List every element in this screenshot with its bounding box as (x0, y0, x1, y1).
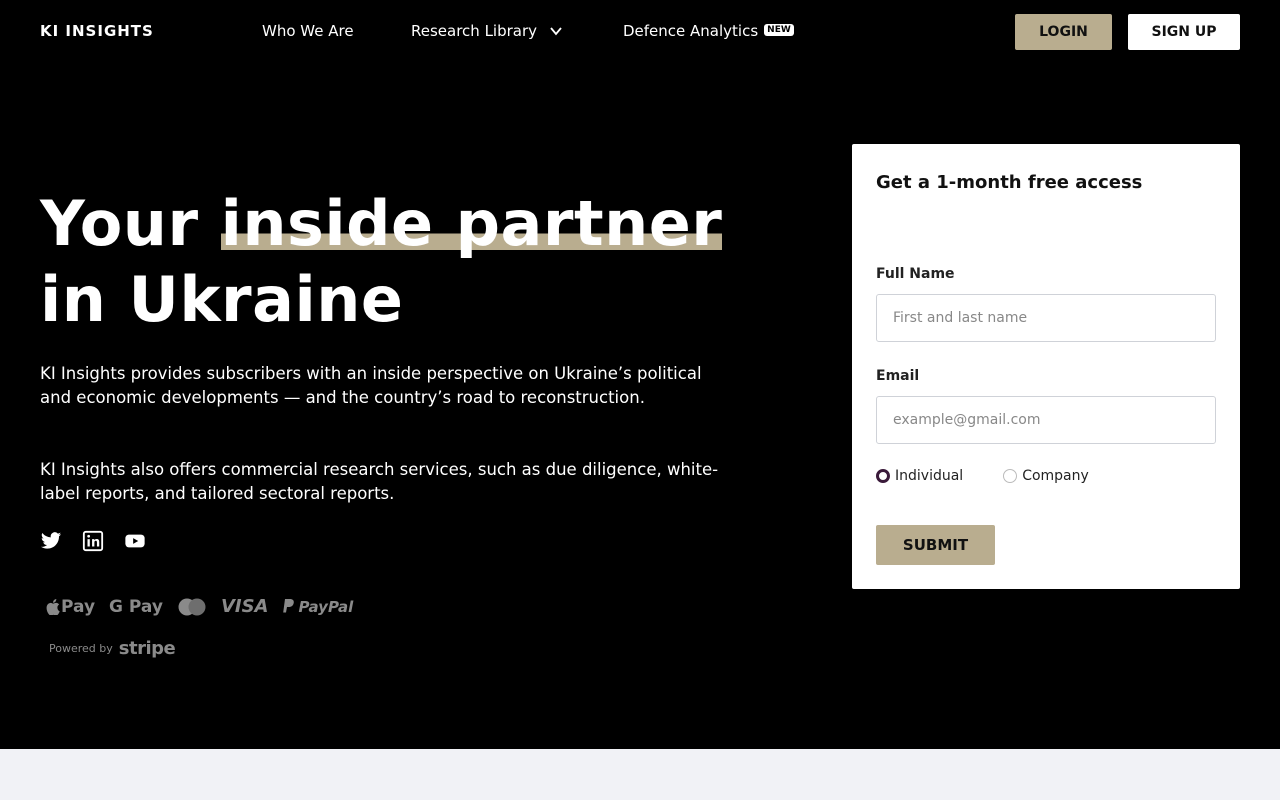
payment-methods: Pay G Pay VISA PayPal (46, 596, 353, 617)
hero-paragraph-1: KI Insights provides subscribers with an… (40, 364, 702, 407)
apple-pay-logo: Pay (46, 597, 95, 617)
nav-research-library[interactable]: Research Library (411, 22, 563, 40)
paypal-text: PayPal (298, 597, 354, 616)
radio-company-label: Company (1022, 468, 1089, 484)
visa-logo: VISA (220, 596, 269, 617)
hero-title-part2: in Ukraine (40, 263, 404, 336)
signup-button[interactable]: SIGN UP (1128, 14, 1240, 50)
apple-pay-text: Pay (61, 596, 96, 617)
nav-who-we-are-label: Who We Are (262, 22, 354, 40)
next-section-band (0, 749, 1280, 800)
email-input[interactable] (876, 396, 1216, 444)
hero-paragraph-2: KI Insights also offers commercial resea… (40, 460, 719, 503)
apple-icon (46, 598, 60, 615)
radio-company-circle[interactable] (1003, 469, 1018, 483)
radio-individual-circle[interactable] (876, 469, 890, 483)
login-button[interactable]: LOGIN (1015, 14, 1112, 50)
radio-individual[interactable]: Individual (876, 468, 963, 484)
powered-by-stripe: Powered by stripe (49, 638, 176, 659)
top-navigation: KI INSIGHTS Who We Are Research Library … (0, 0, 1280, 64)
youtube-icon[interactable] (124, 530, 146, 552)
radio-individual-label: Individual (895, 468, 964, 484)
nav-defence-analytics[interactable]: Defence Analytics NEW (623, 22, 794, 40)
twitter-icon[interactable] (40, 530, 62, 552)
form-title: Get a 1-month free access (876, 172, 1143, 193)
powered-by-text: Powered by (49, 642, 113, 655)
paypal-icon (283, 598, 295, 612)
email-label: Email (876, 368, 920, 384)
hero-title-part1: Your (40, 187, 221, 260)
linkedin-icon[interactable] (82, 530, 104, 552)
hero-title-highlight: inside partner (220, 187, 723, 260)
stripe-logo: stripe (118, 638, 176, 659)
free-access-form: Get a 1-month free access Full Name Emai… (852, 144, 1240, 589)
new-badge: NEW (764, 24, 794, 36)
mastercard-icon (178, 598, 206, 615)
nav-defence-analytics-label: Defence Analytics (623, 22, 759, 40)
google-pay-logo: G Pay (109, 596, 163, 617)
paypal-logo: PayPal (282, 598, 353, 616)
radio-company[interactable]: Company (1003, 468, 1089, 484)
full-name-input[interactable] (876, 294, 1216, 342)
hero-title: Your inside partner in Ukraine (40, 186, 800, 338)
submit-button[interactable]: SUBMIT (876, 525, 995, 565)
account-type-radio-group: Individual Company (876, 468, 1089, 484)
nav-research-library-label: Research Library (411, 22, 538, 40)
chevron-down-icon (550, 27, 562, 36)
social-links (40, 530, 146, 552)
full-name-label: Full Name (876, 266, 955, 282)
site-logo[interactable]: KI INSIGHTS (40, 22, 154, 40)
nav-who-we-are[interactable]: Who We Are (262, 22, 354, 40)
